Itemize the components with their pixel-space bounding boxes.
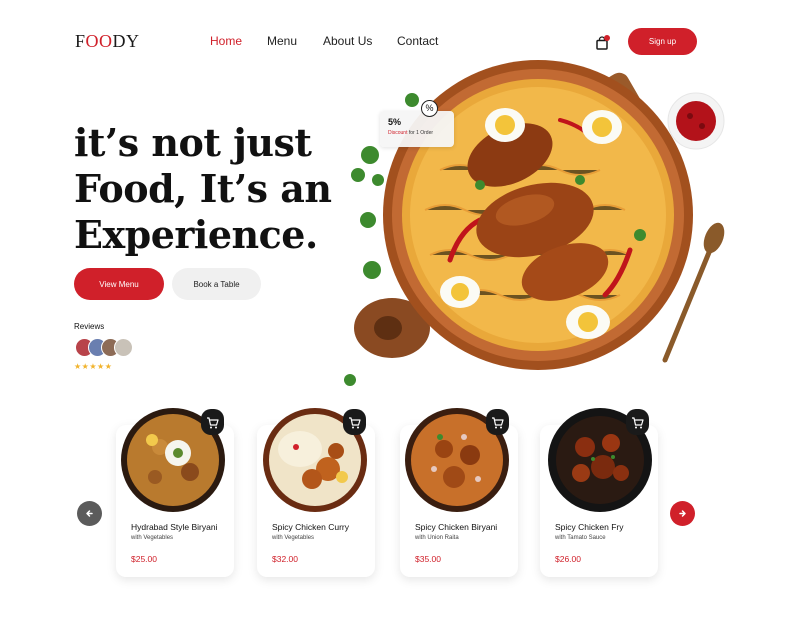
cart-badge-dot: [604, 35, 610, 41]
dish-subtitle: with Vegetables: [272, 535, 315, 541]
reviews-label: Reviews: [74, 322, 105, 331]
dish-price: $32.00: [272, 554, 298, 564]
carousel-prev-button[interactable]: [77, 501, 102, 526]
signup-button[interactable]: Sign up: [628, 28, 697, 55]
headline-line-1: it’s not just: [74, 120, 312, 165]
add-to-cart-button[interactable]: [486, 409, 509, 435]
cart-icon: [349, 417, 361, 429]
nav-item-contact[interactable]: Contact: [397, 34, 438, 48]
cart-icon: [632, 417, 644, 429]
dish-price: $25.00: [131, 554, 157, 564]
avatar: [114, 338, 133, 357]
headline-line-2: Food, It’s an: [74, 166, 332, 211]
discount-badge: 5% Discount for 1 Order: [380, 111, 454, 147]
cart-icon: [207, 417, 219, 429]
dish-title: Spicy Chicken Fry: [555, 522, 624, 532]
dish-subtitle: with Union Raita: [415, 535, 459, 541]
dish-price: $35.00: [415, 554, 441, 564]
discount-text: Discount for 1 Order: [388, 130, 434, 136]
cart-icon: [492, 417, 504, 429]
nav-item-home[interactable]: Home: [210, 34, 242, 48]
dish-title: Spicy Chicken Curry: [272, 522, 349, 532]
add-to-cart-button[interactable]: [626, 409, 649, 435]
dish-title: Hydrabad Style Biryani: [131, 522, 218, 532]
nav-item-about-us[interactable]: About Us: [323, 34, 372, 48]
arrow-right-icon: [679, 510, 686, 517]
carousel-next-button[interactable]: [670, 501, 695, 526]
add-to-cart-button[interactable]: [343, 409, 366, 435]
dish-subtitle: with Tamato Sauce: [555, 535, 606, 541]
book-table-button[interactable]: Book a Table: [172, 268, 261, 300]
view-menu-button[interactable]: View Menu: [74, 268, 164, 300]
discount-percent: 5%: [388, 117, 402, 127]
headline-line-3: Experience.: [74, 212, 318, 257]
dish-title: Spicy Chicken Biryani: [415, 522, 498, 532]
hero-headline: it’s not just Food, It’s an Experience.: [74, 120, 364, 258]
percent-icon: %: [421, 100, 438, 117]
add-to-cart-button[interactable]: [201, 409, 224, 435]
dish-price: $26.00: [555, 554, 581, 564]
rating-stars: ★★★★★: [74, 362, 113, 371]
arrow-left-icon: [86, 510, 93, 517]
nav-item-menu[interactable]: Menu: [267, 34, 297, 48]
dish-subtitle: with Vegetables: [131, 535, 174, 541]
